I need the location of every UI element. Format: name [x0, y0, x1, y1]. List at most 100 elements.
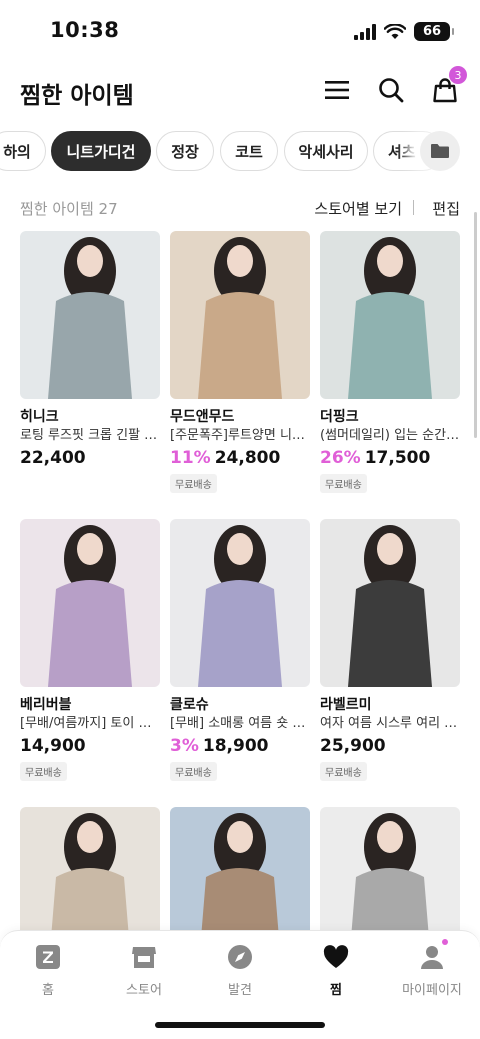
free-shipping-badge: 무료배송 [170, 762, 217, 781]
garment-shape [198, 292, 282, 399]
product-image[interactable] [320, 231, 460, 399]
nav-home[interactable]: 홈 [0, 943, 96, 998]
face-shape [377, 821, 403, 853]
product-price: 17,500 [364, 448, 431, 468]
garment-shape [348, 580, 432, 687]
product-image[interactable] [170, 519, 310, 687]
notification-dot [442, 939, 448, 945]
product-card[interactable]: 히니크 로팅 루즈핏 크롭 긴팔 가디건 22,400 [20, 231, 160, 470]
face-shape [227, 245, 253, 277]
product-price: 18,900 [202, 736, 269, 756]
product-price: 25,900 [320, 736, 386, 756]
free-shipping-badge: 무료배송 [170, 474, 217, 493]
store-view-button[interactable]: 스토어별 보기 [314, 198, 402, 219]
search-icon [379, 78, 404, 103]
product-image[interactable] [320, 519, 460, 687]
folder-button[interactable] [420, 131, 460, 171]
search-button[interactable] [373, 72, 409, 108]
chip-accessories[interactable]: 악세사리 [284, 131, 368, 171]
nav-label: 찜 [330, 983, 342, 998]
nav-label: 스토어 [126, 983, 162, 998]
free-shipping-badge: 무료배송 [320, 762, 367, 781]
nav-mypage[interactable]: 마이페이지 [384, 939, 480, 998]
product-name: 로팅 루즈핏 크롭 긴팔 가디건 [20, 428, 160, 443]
product-name: 여자 여름 시스루 여리 가디건 [320, 716, 460, 731]
discount-rate: 11% [170, 448, 211, 468]
list-toolbar: 찜한 아이템 27 스토어별 보기 편집 [20, 198, 460, 220]
discount-rate: 26% [320, 448, 361, 468]
chip-coat[interactable]: 코트 [220, 131, 278, 171]
cellular-signal-icon [354, 23, 376, 40]
hamburger-icon [325, 81, 349, 99]
person-icon [421, 946, 443, 969]
home-z-icon [36, 945, 60, 969]
price-line: 14,900 [20, 734, 160, 758]
face-shape [377, 533, 403, 565]
product-price: 14,900 [20, 736, 86, 756]
edit-button[interactable]: 편집 [432, 198, 460, 219]
free-shipping-badge: 무료배송 [320, 474, 367, 493]
product-card[interactable]: 무드앤무드 [주문폭주]루트양면 니트 가디건 11%24,800 무료배송 [170, 231, 310, 493]
garment-shape [48, 292, 132, 399]
product-photo [348, 525, 432, 687]
product-brand: 베리버블 [20, 697, 72, 713]
product-price: 24,800 [214, 448, 281, 468]
cart-count-badge: 3 [449, 66, 467, 84]
product-image[interactable] [20, 231, 160, 399]
category-chips: 하의 니트가디건 정장 코트 악세사리 셔츠 [0, 131, 480, 173]
product-photo [348, 237, 432, 399]
price-line: 22,400 [20, 446, 160, 470]
product-card[interactable]: 더핑크 (썸머데일리) 입는 순간 가디건 26%17,500 무료배송 [320, 231, 460, 493]
nav-discover[interactable]: 발견 [192, 943, 288, 998]
product-photo [48, 525, 132, 687]
product-name: (썸머데일리) 입는 순간 가디건 [320, 428, 460, 443]
garment-shape [48, 580, 132, 687]
price-line: 11% 24,800 [170, 446, 310, 470]
product-name: [무배/여름까지] 토이 니트 가디건 [20, 716, 160, 731]
garment-shape [348, 292, 432, 399]
chip-knit-cardigan[interactable]: 니트가디건 [51, 131, 151, 171]
garment-shape [198, 580, 282, 687]
product-card[interactable]: 라벨르미 여자 여름 시스루 여리 가디건 25,900 무료배송 [320, 519, 460, 781]
face-shape [227, 533, 253, 565]
discount-rate: 3% [170, 736, 199, 756]
product-image[interactable] [20, 519, 160, 687]
product-image[interactable] [170, 231, 310, 399]
product-card[interactable]: 베리버블 [무배/여름까지] 토이 니트 가디건 14,900 무료배송 [20, 519, 160, 781]
product-name: [주문폭주]루트양면 니트 가디건 [170, 428, 310, 443]
product-photo [198, 525, 282, 687]
product-brand: 히니크 [20, 409, 59, 425]
nav-store[interactable]: 스토어 [96, 943, 192, 998]
price-line: 26% 17,500 [320, 446, 460, 470]
wishlist-count: 찜한 아이템 27 [20, 200, 118, 218]
folder-icon [431, 144, 449, 158]
price-line: 3% 18,900 [170, 734, 310, 758]
face-shape [77, 245, 103, 277]
menu-button[interactable] [319, 72, 355, 108]
cart-button[interactable]: 3 [427, 66, 467, 108]
product-price: 22,400 [20, 448, 86, 468]
nav-label: 발견 [228, 983, 252, 998]
wifi-icon [384, 23, 406, 39]
nav-wishlist[interactable]: 찜 [288, 943, 384, 998]
page-title: 찜한 아이템 [20, 83, 134, 109]
compass-icon [228, 945, 252, 969]
store-icon [132, 947, 156, 968]
product-brand: 라벨르미 [320, 697, 372, 713]
nav-label: 홈 [42, 983, 54, 998]
status-bar: 10:38 66 [0, 0, 480, 62]
product-brand: 클로슈 [170, 697, 209, 713]
chip-suit[interactable]: 정장 [156, 131, 214, 171]
status-icons: 66 [354, 22, 454, 41]
app-header: 찜한 아이템 3 [0, 62, 480, 120]
face-shape [77, 533, 103, 565]
chip-pants[interactable]: 하의 [0, 131, 46, 171]
product-photo [198, 237, 282, 399]
product-card[interactable]: 클로슈 [무배] 소매롱 여름 숏 가디건 3%18,900 무료배송 [170, 519, 310, 781]
face-shape [377, 245, 403, 277]
face-shape [227, 821, 253, 853]
face-shape [77, 821, 103, 853]
status-time: 10:38 [50, 18, 120, 42]
scrollbar[interactable] [474, 212, 477, 438]
divider [413, 200, 414, 215]
